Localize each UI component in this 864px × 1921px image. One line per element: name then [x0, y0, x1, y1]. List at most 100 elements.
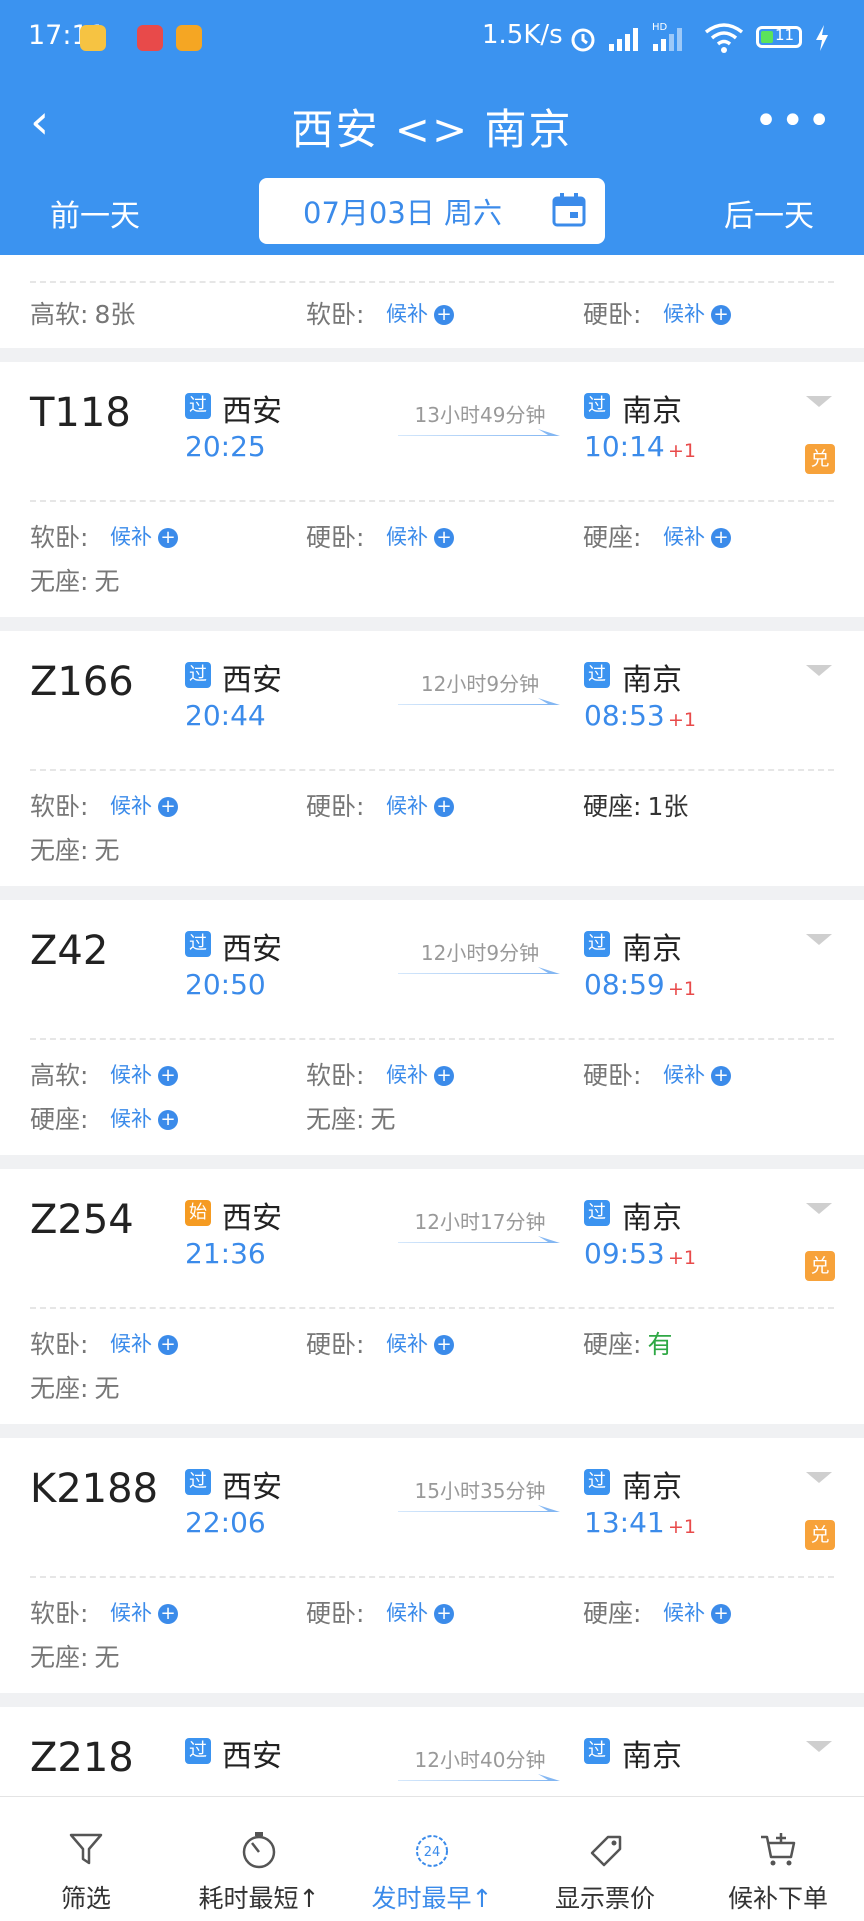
train-number: T118: [30, 390, 131, 436]
train-card[interactable]: Z254 始西安 21:36 12小时17分钟过南京 09:53 +1 兑软卧: 候补 + 硬卧:…: [0, 1169, 864, 1424]
train-card-partial[interactable]: 高软: 8张 软卧: 候补 + 硬卧: 候补 +: [0, 255, 864, 348]
arrival-station: 南京: [622, 394, 682, 429]
seat-info: 软卧: 候补 +: [306, 295, 454, 331]
seat-info: 硬卧: 候补 +: [583, 1056, 731, 1092]
seat-type-label: 无座:: [306, 1105, 365, 1134]
departure-station: 西安: [222, 1739, 282, 1774]
seat-availability: 无: [370, 1105, 396, 1134]
seat-info: 硬卧: 候补 +: [306, 518, 454, 554]
houbu-label: 候补: [386, 794, 428, 818]
clock-24-icon: 24: [416, 1835, 448, 1867]
more-menu-button[interactable]: •••: [754, 98, 834, 144]
houbu-button[interactable]: 候补 +: [110, 1328, 178, 1358]
nav-bar: ‹ 西安 <> 南京 •••: [0, 80, 864, 170]
houbu-label: 候补: [663, 302, 705, 326]
seat-type-label: 高软:: [30, 1061, 89, 1090]
houbu-button[interactable]: 候补 +: [663, 1059, 731, 1089]
departure-station: 西安: [222, 663, 282, 698]
seat-type-label: 硬座:: [583, 1599, 642, 1628]
houbu-button[interactable]: 候补 +: [110, 521, 178, 551]
plus-circle-icon: +: [711, 305, 731, 325]
expand-arrow-icon[interactable]: [806, 1741, 832, 1752]
train-card[interactable]: Z42 过西安 20:50 12小时9分钟过南京 08:59 +1 高软: 候补 + 软卧: 候补 +…: [0, 900, 864, 1155]
houbu-button[interactable]: 候补 +: [663, 298, 731, 328]
expand-arrow-icon[interactable]: [806, 1472, 832, 1483]
houbu-button[interactable]: 候补 +: [386, 521, 454, 551]
tab-cart[interactable]: 候补下单: [692, 1797, 864, 1921]
seat-type-label: 硬座:: [583, 1330, 642, 1359]
date-picker[interactable]: 07月03日 周六: [259, 178, 605, 244]
plus-circle-icon: +: [711, 1066, 731, 1086]
travel-duration: 15小时35分钟: [414, 1479, 546, 1503]
houbu-label: 候补: [386, 1063, 428, 1087]
train-card[interactable]: T118 过西安 20:25 13小时49分钟过南京 10:14 +1 兑软卧: 候补 + 硬卧:…: [0, 362, 864, 617]
houbu-label: 候补: [386, 302, 428, 326]
arrival-station: 南京: [622, 1739, 682, 1774]
origin-tag: 过: [185, 931, 211, 957]
houbu-button[interactable]: 候补 +: [386, 1328, 454, 1358]
travel-duration: 12小时17分钟: [414, 1210, 546, 1234]
seat-type-label: 软卧:: [30, 523, 89, 552]
houbu-button[interactable]: 候补 +: [663, 1597, 731, 1627]
houbu-label: 候补: [110, 794, 152, 818]
expand-arrow-icon[interactable]: [806, 396, 832, 407]
houbu-button[interactable]: 候补 +: [110, 1103, 178, 1133]
seat-type-label: 软卧:: [30, 792, 89, 821]
next-day-button[interactable]: 后一天: [724, 191, 814, 235]
seat-info: 硬座: 候补 +: [30, 1100, 178, 1136]
seat-type-label: 硬卧:: [306, 1330, 365, 1359]
tab-filter[interactable]: 筛选: [0, 1797, 172, 1921]
train-list: 高软: 8张 软卧: 候补 + 硬卧: 候补 + T118 过西安 20:25 13小时49分钟过南…: [0, 255, 864, 1921]
houbu-label: 候补: [663, 525, 705, 549]
plus-circle-icon: +: [158, 1335, 178, 1355]
signal-hd-icon: [653, 28, 682, 51]
arrow-right-icon: [398, 1236, 560, 1243]
arrival-time: 09:53: [584, 1237, 665, 1270]
expand-arrow-icon[interactable]: [806, 665, 832, 676]
houbu-button[interactable]: 候补 +: [386, 1059, 454, 1089]
houbu-button[interactable]: 候补 +: [110, 790, 178, 820]
train-card[interactable]: K2188 过西安 22:06 15小时35分钟过南京 13:41 +1 兑软卧: 候补 + 硬卧…: [0, 1438, 864, 1693]
seat-info: 无座: 无: [306, 1100, 395, 1136]
houbu-button[interactable]: 候补 +: [110, 1059, 178, 1089]
tab-price-tag[interactable]: 显示票价: [519, 1797, 691, 1921]
alarm-icon: [571, 28, 595, 52]
exchange-badge: 兑: [805, 1251, 835, 1281]
cart-icon: [761, 1833, 796, 1866]
departure-time: 22:06: [185, 1506, 266, 1539]
prev-day-button[interactable]: 前一天: [50, 191, 140, 235]
seat-info: 无座: 无: [30, 562, 119, 598]
houbu-label: 候补: [386, 1601, 428, 1625]
departure-time: 21:36: [185, 1237, 266, 1270]
origin-tag: 过: [185, 393, 211, 419]
plus-circle-icon: +: [434, 1066, 454, 1086]
tab-stopwatch[interactable]: 耗时最短↑: [173, 1797, 345, 1921]
houbu-button[interactable]: 候补 +: [386, 1597, 454, 1627]
card-divider: [30, 769, 834, 771]
houbu-label: 候补: [110, 1063, 152, 1087]
houbu-button[interactable]: 候补 +: [386, 298, 454, 328]
expand-arrow-icon[interactable]: [806, 1203, 832, 1214]
seat-info: 硬卧: 候补 +: [306, 1325, 454, 1361]
tab-label: 耗时最短↑: [198, 1884, 320, 1913]
tab-clock-24[interactable]: 24 发时最早↑: [346, 1797, 518, 1921]
exchange-badge: 兑: [805, 444, 835, 474]
travel-duration: 13小时49分钟: [414, 403, 546, 427]
page-title: 西安 <> 南京: [291, 105, 573, 154]
houbu-label: 候补: [110, 525, 152, 549]
arrow-right-icon: [398, 429, 560, 436]
train-number: K2188: [30, 1466, 159, 1512]
houbu-button[interactable]: 候补 +: [663, 521, 731, 551]
notification-icon-book: [176, 25, 202, 51]
houbu-button[interactable]: 候补 +: [386, 790, 454, 820]
arrival-time: 10:14: [584, 430, 665, 463]
destination-tag: 过: [584, 662, 610, 688]
seat-type-label: 无座:: [30, 1643, 89, 1672]
train-card[interactable]: Z166 过西安 20:44 12小时9分钟过南京 08:53 +1 软卧: 候补 + 硬卧: 候补…: [0, 631, 864, 886]
seat-type-label: 无座:: [30, 836, 89, 865]
seat-availability: 8张: [94, 300, 136, 329]
expand-arrow-icon[interactable]: [806, 934, 832, 945]
houbu-button[interactable]: 候补 +: [110, 1597, 178, 1627]
seat-type-label: 硬座:: [583, 792, 642, 821]
next-day-marker: +1: [668, 978, 697, 1000]
